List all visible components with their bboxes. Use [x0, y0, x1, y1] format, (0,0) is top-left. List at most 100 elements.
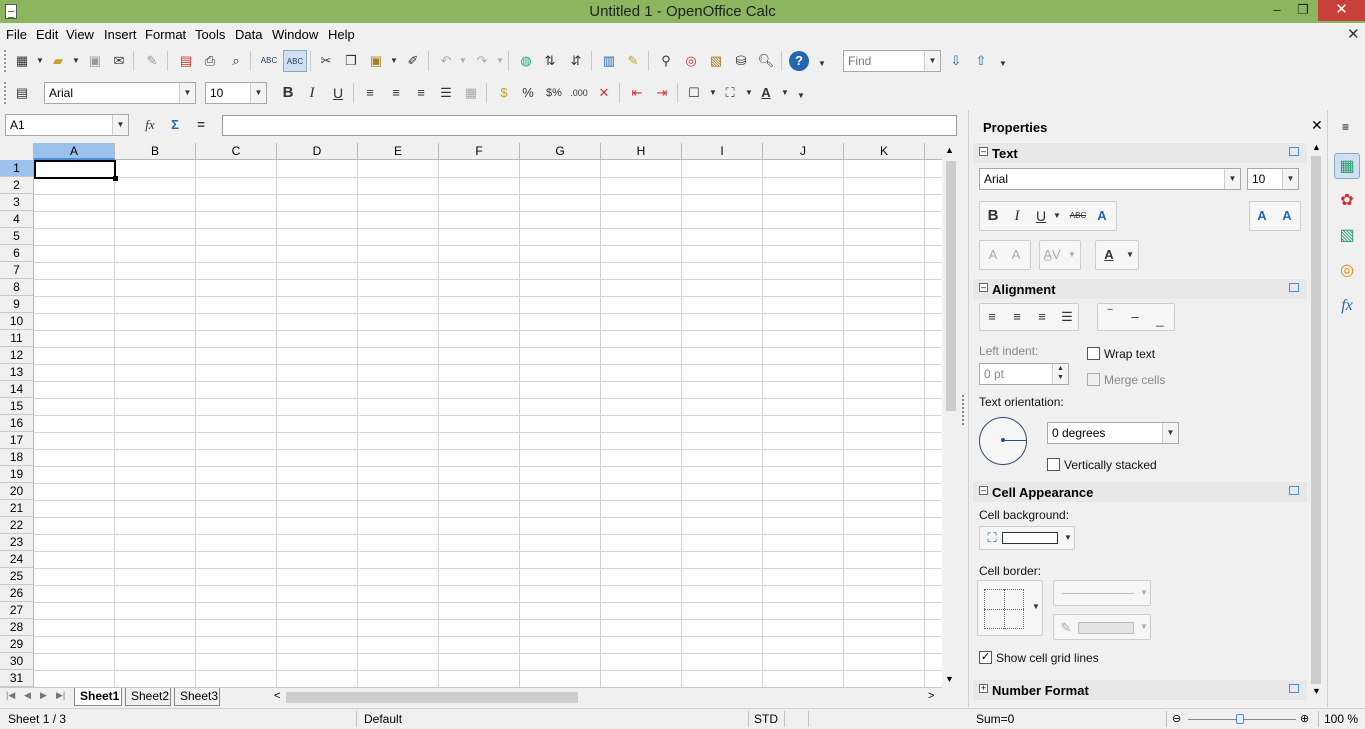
menu-insert[interactable]: Insert — [104, 27, 137, 42]
shrink-font-icon[interactable]: A — [1277, 206, 1297, 226]
sort-ascending-icon[interactable]: ⇅ — [540, 51, 560, 71]
underline-icon[interactable]: U — [328, 83, 348, 103]
sidebar-scroll-thumb[interactable] — [1311, 156, 1321, 684]
degrees-dropdown-icon[interactable]: ▼ — [1162, 423, 1178, 443]
merge-cells-checkbox[interactable] — [1087, 373, 1100, 386]
menu-format[interactable]: Format — [145, 27, 186, 42]
more-options-icon[interactable] — [1289, 147, 1299, 156]
collapse-icon[interactable]: – — [979, 283, 988, 292]
toolbar-grip[interactable] — [4, 50, 10, 72]
next-sheet-icon[interactable]: ▶ — [40, 690, 47, 701]
active-cell-cursor[interactable] — [34, 160, 118, 181]
background-color-dropdown-icon[interactable]: ▼ — [745, 83, 753, 103]
expand-icon[interactable]: + — [979, 684, 988, 693]
standard-format-icon[interactable]: $% — [544, 83, 564, 103]
line-color-dropdown-icon[interactable]: ▼ — [1140, 617, 1148, 637]
font-color-icon[interactable]: A — [756, 83, 776, 103]
vertically-stacked-checkbox[interactable] — [1047, 458, 1060, 471]
row-header[interactable]: 13 — [0, 364, 34, 381]
orientation-dial[interactable] — [979, 417, 1027, 465]
borders-dropdown-icon[interactable]: ▼ — [709, 83, 717, 103]
sidebar-justify-icon[interactable]: ☰ — [1057, 307, 1077, 327]
show-grid-lines-checkbox[interactable]: ✓ — [979, 651, 992, 664]
new-dropdown-icon[interactable]: ▼ — [36, 51, 44, 71]
scroll-down-icon[interactable]: ▼ — [945, 674, 954, 684]
sidebar-splitter[interactable] — [960, 110, 968, 707]
align-top-icon[interactable]: ‾ — [1100, 305, 1120, 325]
italic-icon[interactable]: I — [302, 83, 322, 103]
decrease-indent-icon[interactable]: ⇤ — [627, 83, 647, 103]
formula-input[interactable] — [222, 115, 957, 136]
toolbar-grip[interactable] — [4, 82, 10, 104]
strikethrough-icon[interactable]: ABC — [1068, 206, 1088, 226]
undo-dropdown-icon[interactable]: ▼ — [459, 51, 467, 71]
superscript-icon[interactable]: A — [983, 245, 1003, 265]
autospellcheck-icon[interactable]: ABC — [283, 50, 307, 72]
menu-data[interactable]: Data — [235, 27, 262, 42]
vertical-scroll-thumb[interactable] — [946, 161, 956, 411]
spreadsheet-grid[interactable]: A B C D E F G H I J K 1 2 3 4 5 6 7 8 9 … — [0, 143, 942, 687]
font-color-dropdown-icon[interactable]: ▼ — [781, 83, 789, 103]
borders-icon[interactable]: ☐ — [684, 83, 704, 103]
row-header[interactable]: 16 — [0, 415, 34, 432]
line-style-picker[interactable]: ▼ — [1053, 580, 1151, 606]
sidebar-align-left-icon[interactable]: ≡ — [982, 307, 1002, 327]
sidebar-font-dropdown-icon[interactable]: ▼ — [1224, 169, 1240, 189]
menu-window[interactable]: Window — [272, 27, 318, 42]
alignment-panel-header[interactable]: – Alignment — [973, 279, 1307, 299]
navigator-icon[interactable]: ◎ — [681, 51, 701, 71]
hyperlink-icon[interactable]: ◍ — [516, 51, 536, 71]
help-icon[interactable]: ? — [789, 51, 809, 71]
zoom-in-icon[interactable]: ⊕ — [1300, 712, 1309, 725]
column-header[interactable]: E — [358, 143, 439, 160]
text-panel-header[interactable]: – Text — [973, 143, 1307, 163]
align-right-icon[interactable]: ≡ — [411, 83, 431, 103]
selection-mode[interactable]: STD — [754, 712, 778, 726]
column-header[interactable]: H — [601, 143, 682, 160]
edit-file-icon[interactable]: ✎ — [142, 51, 162, 71]
number-format-panel-header[interactable]: + Number Format — [973, 680, 1307, 700]
currency-format-icon[interactable]: $ — [494, 83, 514, 103]
data-sources-icon[interactable]: ⛁ — [731, 51, 751, 71]
sidebar-menu-icon[interactable]: ≡ — [1342, 120, 1349, 134]
page-style[interactable]: Default — [364, 712, 402, 726]
chart-icon[interactable]: ▥ — [599, 51, 619, 71]
paste-dropdown-icon[interactable]: ▼ — [390, 51, 398, 71]
more-options-icon[interactable] — [1289, 486, 1299, 495]
row-header[interactable]: 17 — [0, 432, 34, 449]
page-preview-icon[interactable]: ⌕ — [226, 51, 246, 71]
bold-icon[interactable]: B — [278, 83, 298, 103]
row-header[interactable]: 6 — [0, 245, 34, 262]
more-options-icon[interactable] — [1289, 684, 1299, 693]
gallery-deck-icon[interactable]: ▧ — [1334, 223, 1360, 249]
menu-help[interactable]: Help — [328, 27, 355, 42]
delete-decimal-icon[interactable]: ✕ — [594, 83, 614, 103]
zoom-out-icon[interactable]: ⊖ — [1172, 712, 1181, 725]
sheet-tab-sheet2[interactable]: Sheet2 — [125, 688, 171, 706]
row-header[interactable]: 25 — [0, 568, 34, 585]
vertical-scrollbar[interactable]: ▲ ▼ — [942, 143, 960, 687]
column-header[interactable]: G — [520, 143, 601, 160]
scroll-up-icon[interactable]: ▲ — [945, 145, 954, 155]
spellcheck-icon[interactable]: ABC — [259, 51, 279, 71]
sheet-tab-sheet1[interactable]: Sheet1 — [74, 688, 122, 706]
styles-formatting-icon[interactable]: ▤ — [12, 83, 32, 103]
row-header[interactable]: 26 — [0, 585, 34, 602]
add-decimal-icon[interactable]: .000 — [569, 83, 589, 103]
font-size-select[interactable]: 10 ▼ — [205, 82, 267, 104]
find-replace-icon[interactable]: ⚲ — [656, 51, 676, 71]
align-center-icon[interactable]: ≡ — [386, 83, 406, 103]
sheet-tab-sheet3[interactable]: Sheet3 — [174, 688, 220, 706]
sidebar-size-dropdown-icon[interactable]: ▼ — [1282, 169, 1298, 189]
save-icon[interactable]: ▣ — [85, 51, 105, 71]
row-header[interactable]: 30 — [0, 653, 34, 670]
open-folder-icon[interactable]: ▰ — [48, 51, 68, 71]
row-header[interactable]: 2 — [0, 177, 34, 194]
last-sheet-icon[interactable]: ▶| — [56, 690, 65, 701]
column-header[interactable]: A — [34, 143, 115, 160]
row-header[interactable]: 19 — [0, 466, 34, 483]
redo-icon[interactable]: ↷ — [472, 51, 492, 71]
row-header[interactable]: 5 — [0, 228, 34, 245]
cut-icon[interactable]: ✂ — [316, 51, 336, 71]
indent-spin-icon[interactable]: ▲ ▼ — [1052, 364, 1068, 384]
